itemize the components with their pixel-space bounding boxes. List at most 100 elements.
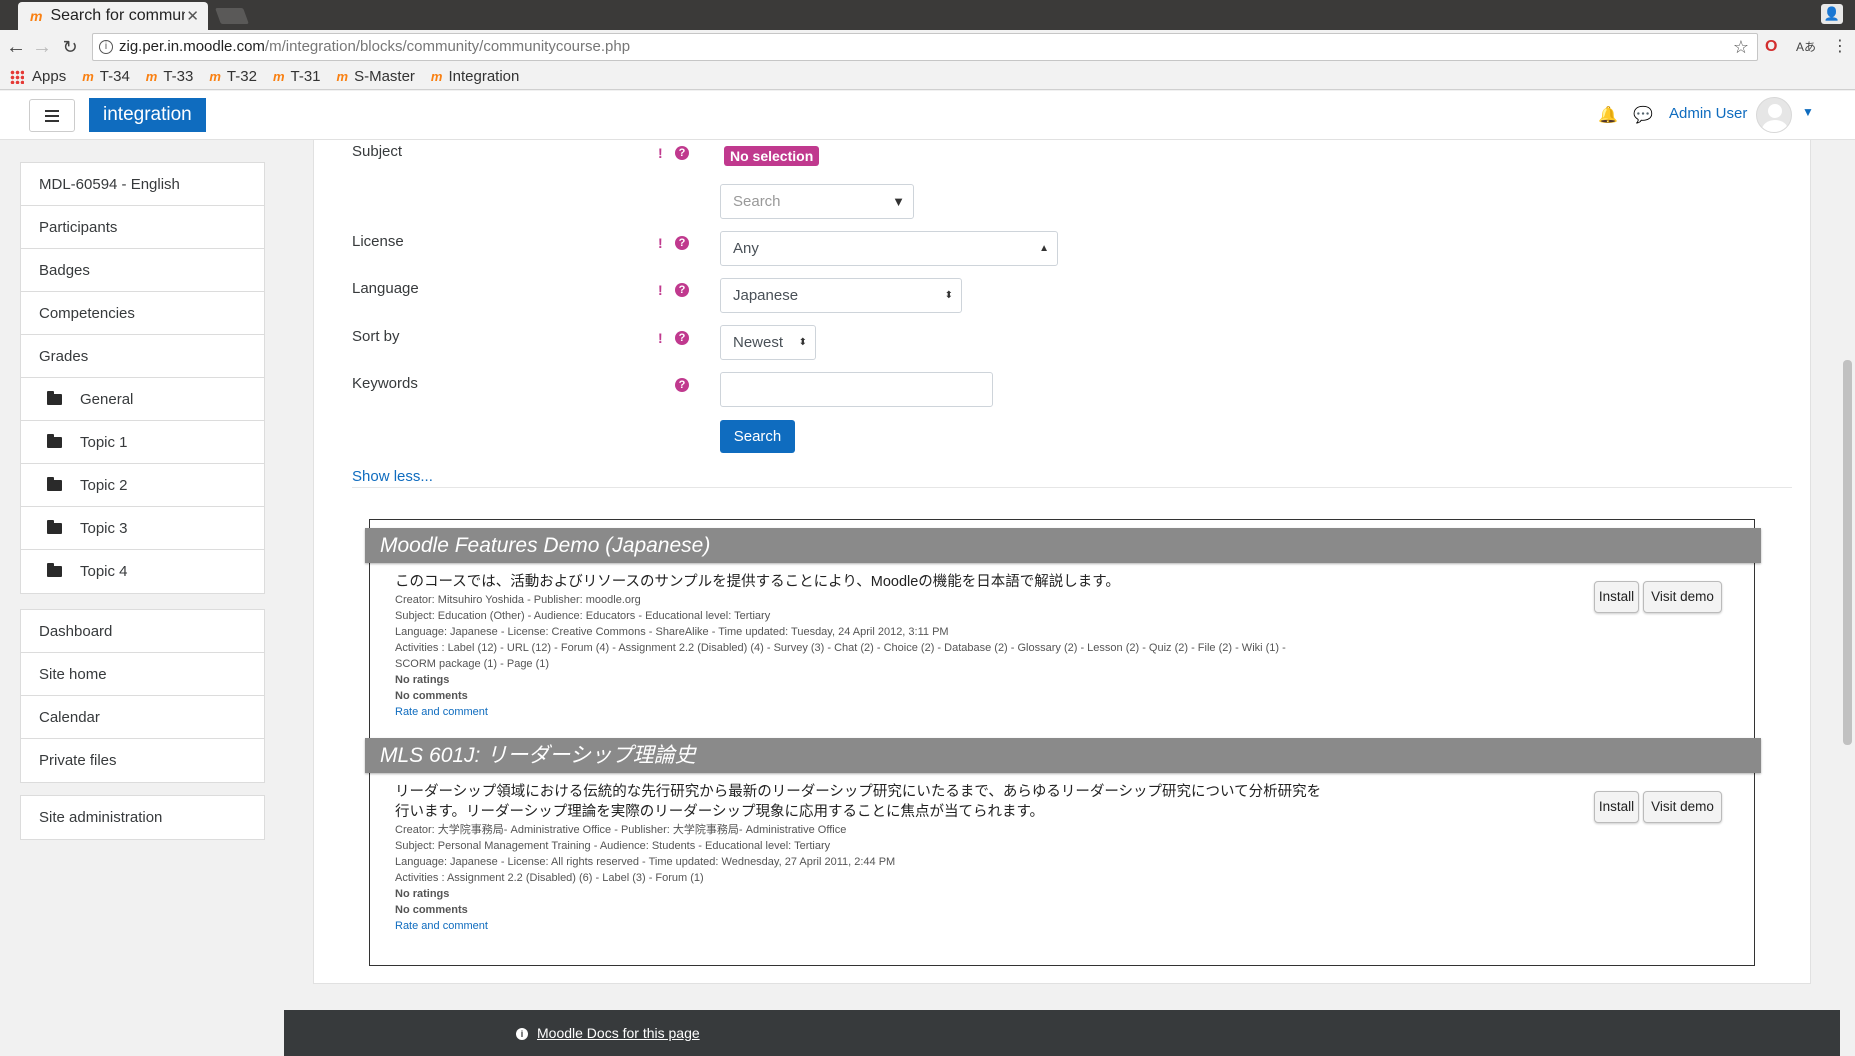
rate-and-comment-link[interactable]: Rate and comment (395, 704, 1325, 720)
nav-badges[interactable]: Badges (21, 249, 264, 292)
subject-search-select[interactable]: Search ▼ (720, 184, 914, 219)
nav-section-general[interactable]: General (21, 378, 264, 421)
nav-course-home[interactable]: MDL-60594 - English (21, 163, 264, 206)
close-tab-icon[interactable]: ✕ (186, 7, 199, 25)
nav-section-topic-4[interactable]: Topic 4 (21, 550, 264, 593)
nav-label: Topic 2 (80, 476, 128, 494)
language-select[interactable]: Japanese ⬍ (720, 278, 962, 313)
bookmark-t34[interactable]: m T-34 (82, 68, 130, 85)
course-subject: Subject: Personal Management Training - … (395, 840, 831, 852)
course-creator: Creator: Mitsuhiro Yoshida - Publisher: … (395, 594, 641, 606)
tab-title: Search for commun (50, 7, 186, 24)
course-meta: Creator: 大学院事務局- Administrative Office -… (395, 822, 1325, 934)
user-avatar[interactable] (1756, 97, 1792, 133)
site-navbar: integration 🔔 💬 Admin User ▼ (0, 91, 1855, 140)
nav-label: Dashboard (39, 622, 113, 640)
help-license-icon[interactable]: ? (675, 236, 689, 250)
page-scrollbar[interactable] (1840, 140, 1855, 1056)
nav-label: Topic 1 (80, 433, 128, 451)
forward-icon[interactable]: → (30, 35, 54, 59)
keywords-input[interactable] (720, 372, 993, 407)
folder-icon (47, 563, 62, 577)
bookmark-t32[interactable]: m T-32 (209, 68, 257, 85)
nav-label: Competencies (39, 304, 135, 322)
messages-chat-icon[interactable]: 💬 (1633, 105, 1653, 125)
info-icon: i (516, 1028, 528, 1040)
nav-competencies[interactable]: Competencies (21, 292, 264, 335)
visit-demo-button[interactable]: Visit demo (1643, 581, 1722, 613)
course-description: リーダーシップ領域における伝統的な先行研究から最新のリーダーシップ研究にいたるま… (395, 784, 1322, 820)
help-sortby-icon[interactable]: ? (675, 331, 689, 345)
bookmark-label: T-32 (226, 68, 257, 85)
rate-and-comment-link[interactable]: Rate and comment (395, 918, 1325, 934)
moodle-icon: m (336, 69, 349, 84)
moodle-docs-link[interactable]: Moodle Docs for this page (537, 1025, 700, 1041)
nav-participants[interactable]: Participants (21, 206, 264, 249)
help-keywords-icon[interactable]: ? (675, 378, 689, 392)
page-footer: i Moodle Docs for this page (284, 1010, 1840, 1056)
address-bar[interactable]: i zig.per.in.moodle.com/m/integration/bl… (92, 33, 1758, 61)
bookmark-integration[interactable]: m Integration (431, 68, 519, 85)
nav-site-home[interactable]: Site home (21, 653, 264, 696)
nav-label: Site administration (39, 809, 163, 826)
site-info-icon[interactable]: i (99, 40, 113, 54)
course-language: Language: Japanese - License: All rights… (395, 856, 896, 868)
install-button[interactable]: Install (1594, 581, 1639, 613)
drawer-toggle-button[interactable] (29, 99, 75, 132)
sortby-select[interactable]: Newest ⬍ (720, 325, 816, 360)
moodle-favicon-icon: m (30, 8, 43, 24)
bookmark-apps[interactable]: Apps (10, 68, 66, 85)
nav-site-administration[interactable]: Site administration (21, 796, 264, 839)
opera-extension-icon[interactable]: O (1765, 38, 1777, 56)
nav-grades[interactable]: Grades (21, 335, 264, 378)
apps-grid-icon (10, 69, 24, 84)
translate-extension-icon[interactable]: Aあ (1796, 38, 1816, 56)
browser-menu-icon[interactable]: ⋮ (1832, 38, 1848, 56)
url-domain: zig.per.in.moodle.com (119, 38, 265, 55)
select-arrows-icon: ⬍ (944, 290, 953, 301)
url-path: /m/integration/blocks/community/communit… (264, 38, 631, 55)
nav-section-topic-2[interactable]: Topic 2 (21, 464, 264, 507)
nav-dashboard[interactable]: Dashboard (21, 610, 264, 653)
chevron-down-icon[interactable]: ▼ (1802, 105, 1814, 119)
dropdown-arrow-icon: ▼ (892, 194, 905, 209)
course-creator: Creator: 大学院事務局- Administrative Office -… (395, 824, 847, 836)
bookmark-t33[interactable]: m T-33 (146, 68, 194, 85)
bookmark-t31[interactable]: m T-31 (273, 68, 321, 85)
install-button[interactable]: Install (1594, 791, 1639, 823)
reload-icon[interactable]: ↻ (58, 35, 82, 59)
nav-section-topic-1[interactable]: Topic 1 (21, 421, 264, 464)
course-results: Moodle Features Demo (Japanese) このコースでは、… (365, 519, 1761, 966)
search-button[interactable]: Search (720, 420, 795, 453)
visit-demo-button[interactable]: Visit demo (1643, 791, 1722, 823)
user-menu-name[interactable]: Admin User (1669, 105, 1747, 122)
notifications-bell-icon[interactable]: 🔔 (1598, 105, 1618, 125)
new-tab-button[interactable] (215, 8, 249, 24)
nav-label: Grades (39, 347, 89, 365)
main-content: Subject ! ? No selection Search ▼ Licens… (313, 140, 1811, 984)
subject-search-placeholder: Search (733, 193, 781, 210)
language-value: Japanese (733, 287, 799, 304)
course-ratings: No ratings (395, 888, 450, 900)
browser-toolbar: ← → ↻ i zig.per.in.moodle.com/m/integrat… (0, 30, 1855, 64)
bookmark-star-icon[interactable]: ☆ (1733, 34, 1749, 60)
help-language-icon[interactable]: ? (675, 283, 689, 297)
show-less-link[interactable]: Show less... (352, 468, 433, 485)
moodle-icon: m (145, 69, 158, 84)
subject-selection-badge: No selection (724, 146, 820, 166)
course-language: Language: Japanese - License: Creative C… (395, 626, 949, 638)
bookmark-s-master[interactable]: m S-Master (337, 68, 415, 85)
nav-calendar[interactable]: Calendar (21, 696, 264, 739)
site-brand-button[interactable]: integration (89, 98, 206, 132)
nav-section-topic-3[interactable]: Topic 3 (21, 507, 264, 550)
browser-tab[interactable]: m Search for commun ✕ (18, 2, 208, 30)
back-icon[interactable]: ← (4, 35, 28, 59)
divider (352, 487, 1792, 488)
license-select[interactable]: Any ▲ (720, 231, 1058, 266)
scrollbar-thumb[interactable] (1843, 360, 1852, 745)
nav-label: Badges (39, 261, 90, 279)
select-arrows-icon: ▲ (1039, 243, 1049, 254)
profile-icon[interactable]: 👤 (1821, 4, 1843, 24)
help-subject-icon[interactable]: ? (675, 146, 689, 160)
nav-private-files[interactable]: Private files (21, 739, 264, 782)
